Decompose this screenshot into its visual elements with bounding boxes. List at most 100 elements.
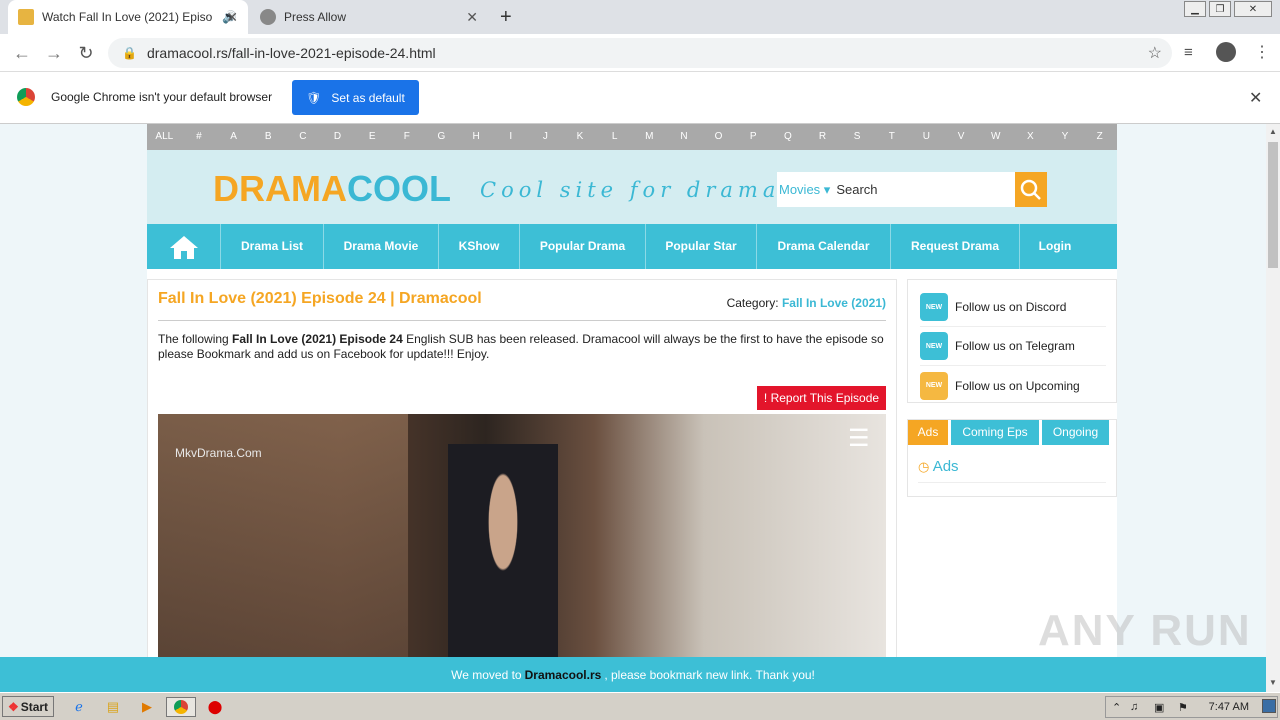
- alphabet-link[interactable]: B: [251, 124, 286, 150]
- clock[interactable]: 7:47 AM: [1209, 701, 1249, 713]
- nav-kshow[interactable]: KShow: [439, 224, 520, 269]
- alphabet-link[interactable]: Z: [1082, 124, 1117, 150]
- scroll-up-icon[interactable]: ▲: [1269, 127, 1277, 136]
- nav-popular-drama[interactable]: Popular Drama: [520, 224, 646, 269]
- scrollbar-thumb[interactable]: [1268, 142, 1278, 268]
- video-player[interactable]: MkvDrama.Com ☰: [158, 414, 886, 692]
- profile-icon[interactable]: [1216, 42, 1236, 62]
- alphabet-link[interactable]: ALL: [147, 124, 182, 150]
- sidebar-tabs-box: Ads Coming Eps Ongoing ◷ Ads: [907, 419, 1117, 497]
- close-infobar-icon[interactable]: ✕: [1249, 88, 1262, 108]
- search-type-select[interactable]: Movies ▾: [777, 182, 836, 198]
- alphabet-link[interactable]: E: [355, 124, 390, 150]
- alphabet-link[interactable]: N: [667, 124, 702, 150]
- window-close-icon[interactable]: ✕: [1234, 1, 1272, 17]
- home-icon: [169, 236, 198, 259]
- alphabet-link[interactable]: U: [909, 124, 944, 150]
- tab-active[interactable]: Watch Fall In Love (2021) Episo 🔊 ✕: [8, 0, 248, 34]
- alphabet-link[interactable]: K: [563, 124, 598, 150]
- banner-link[interactable]: Dramacool.rs: [525, 668, 602, 682]
- alphabet-link[interactable]: C: [286, 124, 321, 150]
- report-episode-button[interactable]: ! Report This Episode: [757, 386, 886, 410]
- reload-icon[interactable]: ↻: [74, 42, 98, 64]
- page-scrollbar[interactable]: ▲ ▼: [1266, 124, 1280, 692]
- alphabet-link[interactable]: V: [944, 124, 979, 150]
- desc-text: The following: [158, 332, 233, 346]
- search-input[interactable]: Search: [836, 182, 877, 197]
- nav-drama-calendar[interactable]: Drama Calendar: [757, 224, 891, 269]
- bookmark-star-icon[interactable]: ☆: [1148, 43, 1162, 63]
- tab-title: Watch Fall In Love (2021) Episo: [42, 10, 213, 24]
- volume-icon[interactable]: ♫: [1130, 701, 1138, 713]
- category-line: Category: Fall In Love (2021): [727, 296, 886, 310]
- media-player-icon[interactable]: ▶: [136, 697, 158, 717]
- alphabet-link[interactable]: G: [424, 124, 459, 150]
- tab-press-allow[interactable]: Press Allow ✕: [250, 0, 488, 34]
- site-logo[interactable]: DRAMACOOL: [213, 168, 451, 210]
- network-icon[interactable]: ▣: [1154, 701, 1164, 714]
- alphabet-link[interactable]: H: [459, 124, 494, 150]
- minimize-icon[interactable]: ▁: [1184, 1, 1206, 17]
- nav-drama-list[interactable]: Drama List: [221, 224, 324, 269]
- alphabet-link[interactable]: A: [216, 124, 251, 150]
- sidebar: NEW Follow us on Discord NEW Follow us o…: [907, 279, 1117, 499]
- close-tab-icon[interactable]: ✕: [226, 9, 238, 26]
- alphabet-link[interactable]: P: [736, 124, 771, 150]
- show-desktop-icon[interactable]: [1262, 699, 1276, 713]
- alphabet-link[interactable]: Q: [771, 124, 806, 150]
- nav-login[interactable]: Login: [1020, 224, 1090, 269]
- tray-expand-icon[interactable]: ⌃: [1112, 701, 1121, 714]
- social-telegram[interactable]: NEW Follow us on Telegram: [920, 327, 1106, 366]
- flag-icon[interactable]: ⚑: [1178, 701, 1188, 714]
- alphabet-link[interactable]: S: [840, 124, 875, 150]
- alphabet-link[interactable]: #: [182, 124, 217, 150]
- address-bar[interactable]: 🔒 dramacool.rs/fall-in-love-2021-episode…: [108, 38, 1172, 68]
- alphabet-link[interactable]: X: [1013, 124, 1048, 150]
- opera-icon[interactable]: ⬤: [204, 697, 226, 717]
- scroll-down-icon[interactable]: ▼: [1269, 678, 1277, 687]
- forward-icon[interactable]: →: [42, 42, 66, 64]
- nav-request-drama[interactable]: Request Drama: [891, 224, 1020, 269]
- alphabet-link[interactable]: D: [320, 124, 355, 150]
- menu-kebab-icon[interactable]: ⋮: [1254, 42, 1270, 62]
- alphabet-link[interactable]: T: [874, 124, 909, 150]
- alphabet-link[interactable]: W: [978, 124, 1013, 150]
- main-nav: Drama List Drama Movie KShow Popular Dra…: [147, 224, 1117, 269]
- explorer-icon[interactable]: ▤: [102, 697, 124, 717]
- tab-coming-eps[interactable]: Coming Eps: [951, 420, 1039, 445]
- new-tab-icon[interactable]: +: [500, 6, 512, 29]
- alphabet-link[interactable]: L: [597, 124, 632, 150]
- lock-icon: 🔒: [122, 46, 137, 60]
- maximize-icon[interactable]: ❐: [1209, 1, 1231, 17]
- playlist-icon[interactable]: ☰: [848, 424, 870, 453]
- home-button[interactable]: [147, 224, 221, 269]
- ie-icon[interactable]: ℯ: [68, 697, 90, 717]
- alphabet-bar: ALL # A B C D E F G H I J K L M N O P Q R S T U V W X Y Z: [147, 124, 1117, 150]
- alphabet-link[interactable]: M: [632, 124, 667, 150]
- back-icon[interactable]: ←: [10, 42, 34, 64]
- alphabet-link[interactable]: J: [528, 124, 563, 150]
- chrome-taskbar-icon[interactable]: [166, 697, 196, 717]
- alphabet-link[interactable]: Y: [1048, 124, 1083, 150]
- nav-drama-movie[interactable]: Drama Movie: [324, 224, 439, 269]
- alphabet-link[interactable]: I: [493, 124, 528, 150]
- social-upcoming[interactable]: NEW Follow us on Upcoming: [920, 366, 1106, 405]
- search-button[interactable]: [1015, 172, 1047, 207]
- close-tab-icon[interactable]: ✕: [466, 9, 478, 26]
- start-button[interactable]: ❖ Start: [2, 696, 54, 717]
- alphabet-link[interactable]: O: [701, 124, 736, 150]
- telegram-icon: NEW: [920, 332, 948, 360]
- search-icon: [1020, 179, 1041, 200]
- tab-ads[interactable]: Ads: [908, 420, 948, 445]
- set-default-button[interactable]: 🛡 Set as default: [292, 80, 419, 115]
- media-icon[interactable]: ≡: [1184, 44, 1193, 61]
- nav-popular-star[interactable]: Popular Star: [646, 224, 757, 269]
- tab-title: Press Allow: [284, 10, 347, 24]
- alphabet-link[interactable]: R: [805, 124, 840, 150]
- category-link[interactable]: Fall In Love (2021): [782, 296, 886, 310]
- discord-icon: NEW: [920, 293, 948, 321]
- social-discord[interactable]: NEW Follow us on Discord: [920, 288, 1106, 327]
- alphabet-link[interactable]: F: [389, 124, 424, 150]
- site-header: DRAMACOOL Cool site for dramas Movies ▾ …: [147, 150, 1117, 224]
- tab-ongoing[interactable]: Ongoing: [1042, 420, 1109, 445]
